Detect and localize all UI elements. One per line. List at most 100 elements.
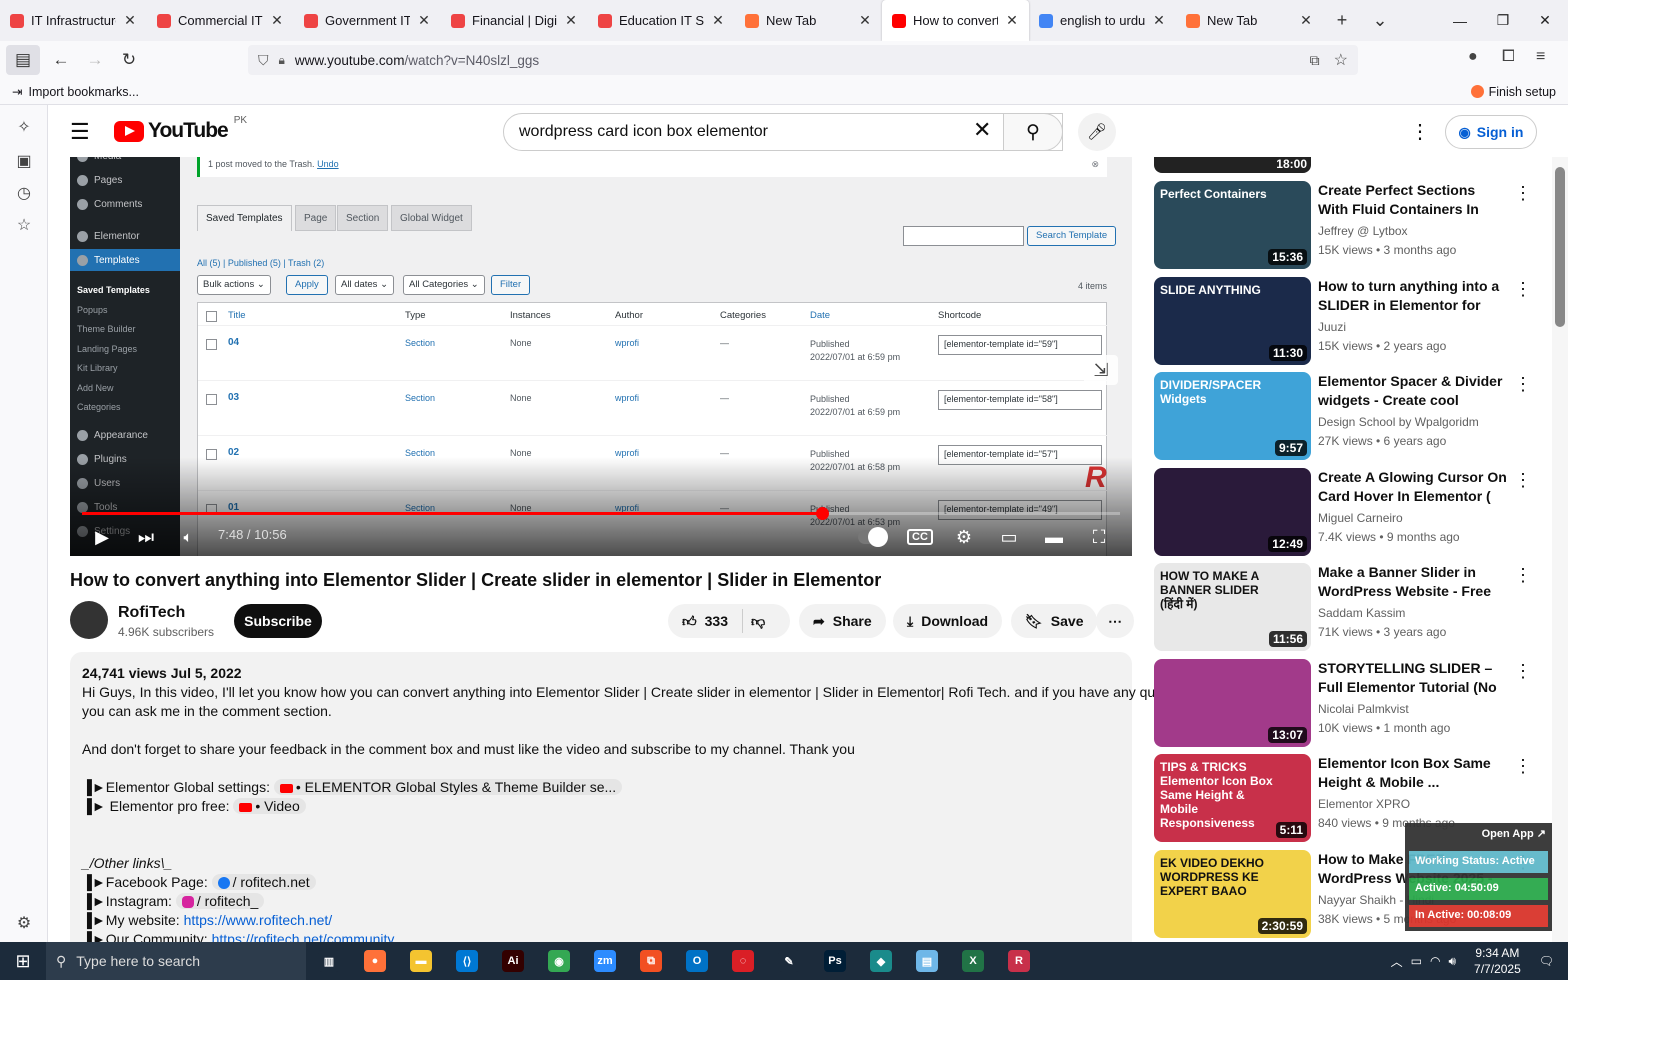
minimize-icon[interactable]: — [1437, 0, 1483, 41]
recommended-channel[interactable]: Elementor XPRO [1318, 797, 1410, 811]
next-icon[interactable]: ⏭︎ [134, 525, 158, 549]
more-vertical-icon[interactable]: ⋮ [1514, 183, 1532, 204]
popout-icon[interactable]: ⇲ [1084, 355, 1118, 385]
url-text[interactable]: www.youtube.com/watch?v=N40slzl_ggs [295, 53, 1300, 68]
windows-start-icon[interactable]: ⊞ [0, 942, 46, 980]
instagram-link[interactable]: / rofitech_ [175, 893, 265, 909]
browser-tab[interactable]: english to urdu - G ✕ [1029, 0, 1176, 41]
browser-tab[interactable]: Education IT Servic ✕ [588, 0, 735, 41]
video-thumbnail[interactable]: 12:49 [1154, 467, 1311, 556]
page-scrollbar[interactable] [1552, 157, 1568, 942]
more-vertical-icon[interactable]: ⋮ [1514, 661, 1532, 682]
autoplay-toggle[interactable] [856, 525, 890, 549]
clear-search-icon[interactable]: ✕ [973, 117, 991, 143]
like-count[interactable]: 333 [705, 613, 728, 629]
dislike-icon[interactable]: 👎︎ [751, 613, 765, 630]
taskbar-clock[interactable]: 9:34 AM 7/7/2025 [1464, 945, 1531, 977]
scrubber-knob[interactable] [816, 507, 830, 520]
sidebar-toggle-icon[interactable]: ▤ [6, 45, 40, 75]
settings-gear-icon[interactable]: ⚙ [14, 913, 34, 933]
recommended-video[interactable]: DIVIDER/SPACER Widgets 9:57 Elementor Sp… [1154, 372, 1534, 462]
back-icon[interactable]: ← [44, 45, 78, 75]
recommended-channel[interactable]: Jeffrey @ Lytbox [1318, 224, 1408, 238]
scrollbar-thumb[interactable] [1555, 167, 1565, 327]
play-icon[interactable]: ▶ [90, 525, 114, 549]
video-description[interactable]: 24,741 views Jul 5, 2022 Hi Guys, In thi… [70, 652, 1200, 942]
youtube-logo[interactable]: YouTube PK [114, 115, 247, 143]
notepad-icon[interactable]: ▤ [904, 942, 950, 980]
video-thumbnail[interactable]: EK VIDEO DEKHO WORDPRESS KE EXPERT BAAO … [1154, 849, 1311, 938]
lock-icon[interactable]: 🔒︎ [279, 53, 285, 68]
history-icon[interactable]: ◷ [14, 183, 34, 203]
firefox-icon[interactable]: ● [352, 942, 398, 980]
facebook-link[interactable]: / rofitech.net [211, 874, 316, 890]
sign-in-button[interactable]: ◉ Sign in [1445, 115, 1537, 149]
browser-tab[interactable]: New Tab ✕ [735, 0, 882, 41]
progress-bar[interactable] [82, 507, 1120, 520]
download-button[interactable]: ⤓ Download [893, 604, 1003, 638]
subscribe-button[interactable]: Subscribe [234, 604, 322, 638]
app-icon[interactable]: ◆ [858, 942, 904, 980]
theater-mode-icon[interactable]: ▬ [1040, 525, 1068, 549]
website-link[interactable]: https://www.rofitech.net/ [184, 912, 333, 928]
tab-close-icon[interactable]: ✕ [1299, 12, 1313, 29]
reload-icon[interactable]: ↻ [112, 45, 146, 75]
recommended-channel[interactable]: Nicolai Palmkvist [1318, 702, 1409, 716]
share-button[interactable]: ➦ Share [799, 604, 886, 638]
recommended-title[interactable]: Create Perfect Sections With Fluid Conta… [1318, 181, 1508, 219]
more-options-icon[interactable]: ⋮ [1410, 119, 1430, 144]
voice-search-mic-icon[interactable]: 🎤︎ [1078, 113, 1116, 151]
illustrator-icon[interactable]: Ai [490, 942, 536, 980]
video-thumbnail[interactable]: DIVIDER/SPACER Widgets 9:57 [1154, 372, 1311, 460]
browser-tab[interactable]: Financial | Digital T ✕ [441, 0, 588, 41]
more-vertical-icon[interactable]: ⋮ [1514, 565, 1532, 586]
browser-tab[interactable]: New Tab ✕ [1176, 0, 1323, 41]
recommended-channel[interactable]: Juuzi [1318, 320, 1346, 334]
pen-tool-icon[interactable]: ✎ [766, 942, 812, 980]
settings-icon[interactable]: ⚙ [950, 525, 978, 549]
tab-close-icon[interactable]: ✕ [564, 12, 578, 29]
browser-tab[interactable]: Government IT Sol ✕ [294, 0, 441, 41]
recommended-video[interactable]: 13:07 STORYTELLING SLIDER – Full Element… [1154, 658, 1534, 749]
recommended-channel[interactable]: Saddam Kassim [1318, 606, 1405, 620]
taskbar-search[interactable]: ⚲ Type here to search [46, 942, 306, 980]
search-value[interactable]: wordpress card icon box elementor [519, 123, 768, 141]
ai-chat-icon[interactable]: ✧ [14, 117, 34, 137]
recommended-title[interactable]: Create A Glowing Cursor On Card Hover In… [1318, 468, 1508, 506]
miniplayer-icon[interactable]: ▭ [995, 525, 1023, 549]
recommended-title[interactable]: How to turn anything into a SLIDER in El… [1318, 277, 1508, 315]
video-thumbnail[interactable]: SLIDE ANYTHING 11:30 [1154, 276, 1311, 365]
notifications-icon[interactable]: 🗨︎ [1539, 954, 1554, 968]
restore-icon[interactable]: ❐ [1480, 0, 1526, 41]
community-link[interactable]: https://rofitech.net/community [212, 931, 395, 942]
video-player[interactable]: Media Pages Comments Elementor Templates Save… [70, 157, 1132, 556]
video-thumbnail[interactable]: Perfect Containers 15:36 [1154, 181, 1311, 269]
video-thumbnail[interactable]: 13:07 [1154, 658, 1311, 747]
browser-tab[interactable]: Commercial IT Solu ✕ [147, 0, 294, 41]
excel-icon[interactable]: X [950, 942, 996, 980]
extensions-icon[interactable]: ⧠ [1502, 48, 1515, 66]
wifi-icon[interactable]: ◠ [1430, 954, 1440, 968]
new-tab-button[interactable]: + [1323, 10, 1361, 31]
more-actions-button[interactable]: ⋯ [1096, 604, 1134, 638]
channel-name[interactable]: RofiTech [118, 604, 185, 622]
tab-close-icon[interactable]: ✕ [1005, 12, 1019, 29]
task-view-icon[interactable]: ▥ [306, 942, 352, 980]
app-icon[interactable]: ⧉ [628, 942, 674, 980]
open-app-link[interactable]: Open App ↗ [1482, 827, 1546, 840]
fullscreen-icon[interactable]: ⛶ [1085, 525, 1113, 549]
photoshop-icon[interactable]: Ps [812, 942, 858, 980]
captions-icon[interactable]: CC [906, 525, 934, 549]
global-settings-link[interactable]: • ELEMENTOR Global Styles & Theme Builde… [273, 779, 623, 795]
save-button[interactable]: 🔖︎ Save [1011, 604, 1098, 638]
account-icon[interactable]: ● [1468, 48, 1478, 66]
app-icon[interactable]: R [996, 942, 1042, 980]
recommended-video[interactable]: HOW TO MAKE A BANNER SLIDER (हिंदी में) … [1154, 563, 1534, 653]
synced-tabs-icon[interactable]: ▣ [14, 151, 34, 171]
vscode-icon[interactable]: ⟨⟩ [444, 942, 490, 980]
picture-icon[interactable]: ⧉ [1310, 52, 1320, 69]
recommended-video[interactable]: Perfect Containers 15:36 Create Perfect … [1154, 181, 1534, 271]
recommended-title[interactable]: STORYTELLING SLIDER – Full Elementor Tut… [1318, 659, 1508, 697]
list-tabs-icon[interactable]: ⌄ [1361, 10, 1399, 31]
tray-chevron-icon[interactable]: ︿ [1391, 953, 1403, 970]
